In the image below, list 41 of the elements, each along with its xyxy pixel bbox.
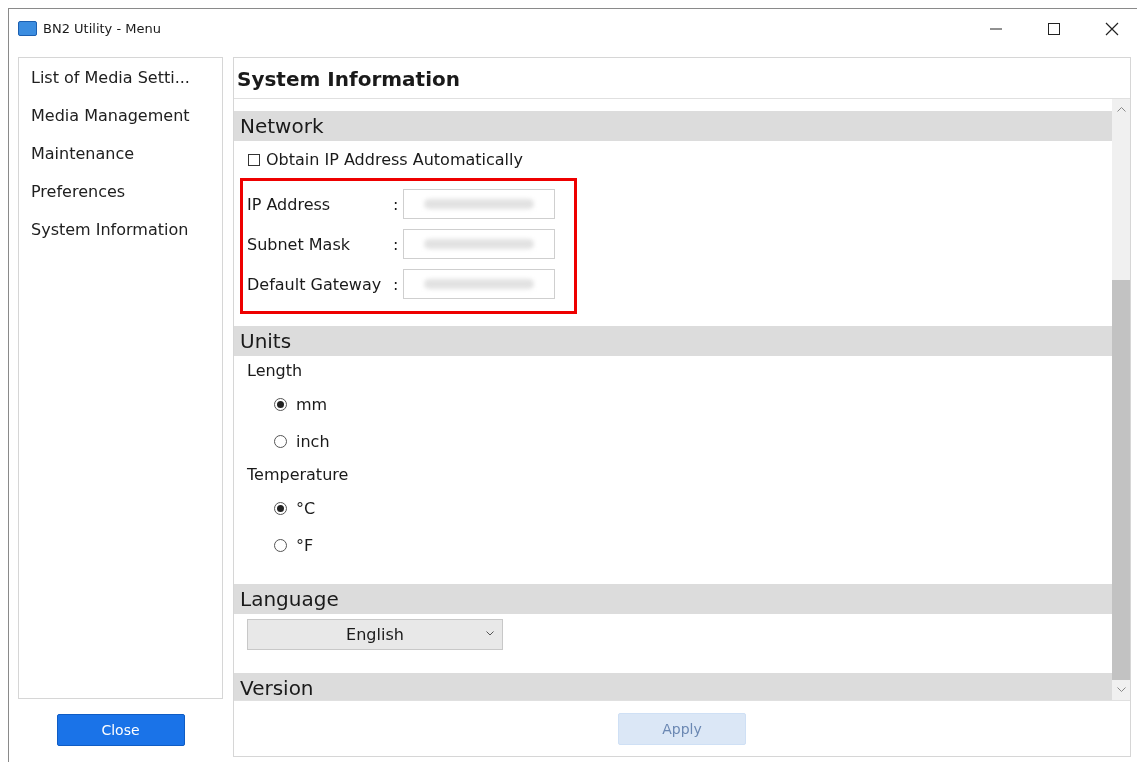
language-dropdown[interactable]: English — [247, 619, 503, 650]
colon: : — [393, 194, 400, 214]
blurred-value-icon — [424, 239, 534, 249]
panel-title: System Information — [234, 58, 1130, 99]
blurred-value-icon — [424, 279, 534, 289]
close-button[interactable]: Close — [56, 714, 185, 746]
scroll-thumb[interactable] — [1112, 280, 1130, 680]
field-label: IP Address — [247, 194, 332, 214]
sidebar-item[interactable]: Maintenance — [31, 140, 222, 178]
blurred-value-icon — [424, 199, 534, 209]
close-icon[interactable] — [1105, 21, 1119, 36]
sidebar-item[interactable]: Preferences — [31, 178, 222, 216]
radio-label: °C — [296, 499, 316, 518]
caret-icon — [486, 631, 494, 636]
colon: : — [393, 274, 400, 294]
colon: : — [393, 234, 400, 254]
scroll-up-icon[interactable] — [1116, 107, 1126, 112]
scroll-down-icon[interactable] — [1116, 687, 1126, 692]
radio-label: mm — [296, 395, 328, 414]
app-logo-icon — [18, 21, 37, 36]
radio-label: inch — [296, 432, 330, 451]
sidebar-item[interactable]: List of Media Setti... — [31, 64, 222, 102]
maximize-icon[interactable] — [1047, 21, 1061, 36]
section-header: Version — [234, 673, 1112, 700]
group-label: Temperature — [246, 464, 350, 486]
section-header: Units — [234, 326, 1112, 356]
window-title: BN2 Utility - Menu — [43, 21, 161, 36]
field-label: Subnet Mask — [247, 234, 351, 254]
checkbox-label: Obtain IP Address Automatically — [266, 150, 523, 169]
section-header: Language — [234, 584, 1112, 614]
radio-label: °F — [296, 536, 314, 555]
input-field[interactable] — [403, 229, 555, 259]
section-header: Network — [234, 111, 1112, 141]
input-field[interactable] — [403, 269, 555, 299]
sidebar-item[interactable]: Media Management — [31, 102, 222, 140]
scrollbar[interactable] — [1112, 99, 1130, 700]
sidebar-item[interactable]: System Information — [31, 216, 222, 254]
checkbox[interactable] — [248, 153, 260, 166]
field-label: Default Gateway — [247, 274, 383, 294]
input-field[interactable] — [403, 189, 555, 219]
group-label: Length — [246, 360, 304, 382]
